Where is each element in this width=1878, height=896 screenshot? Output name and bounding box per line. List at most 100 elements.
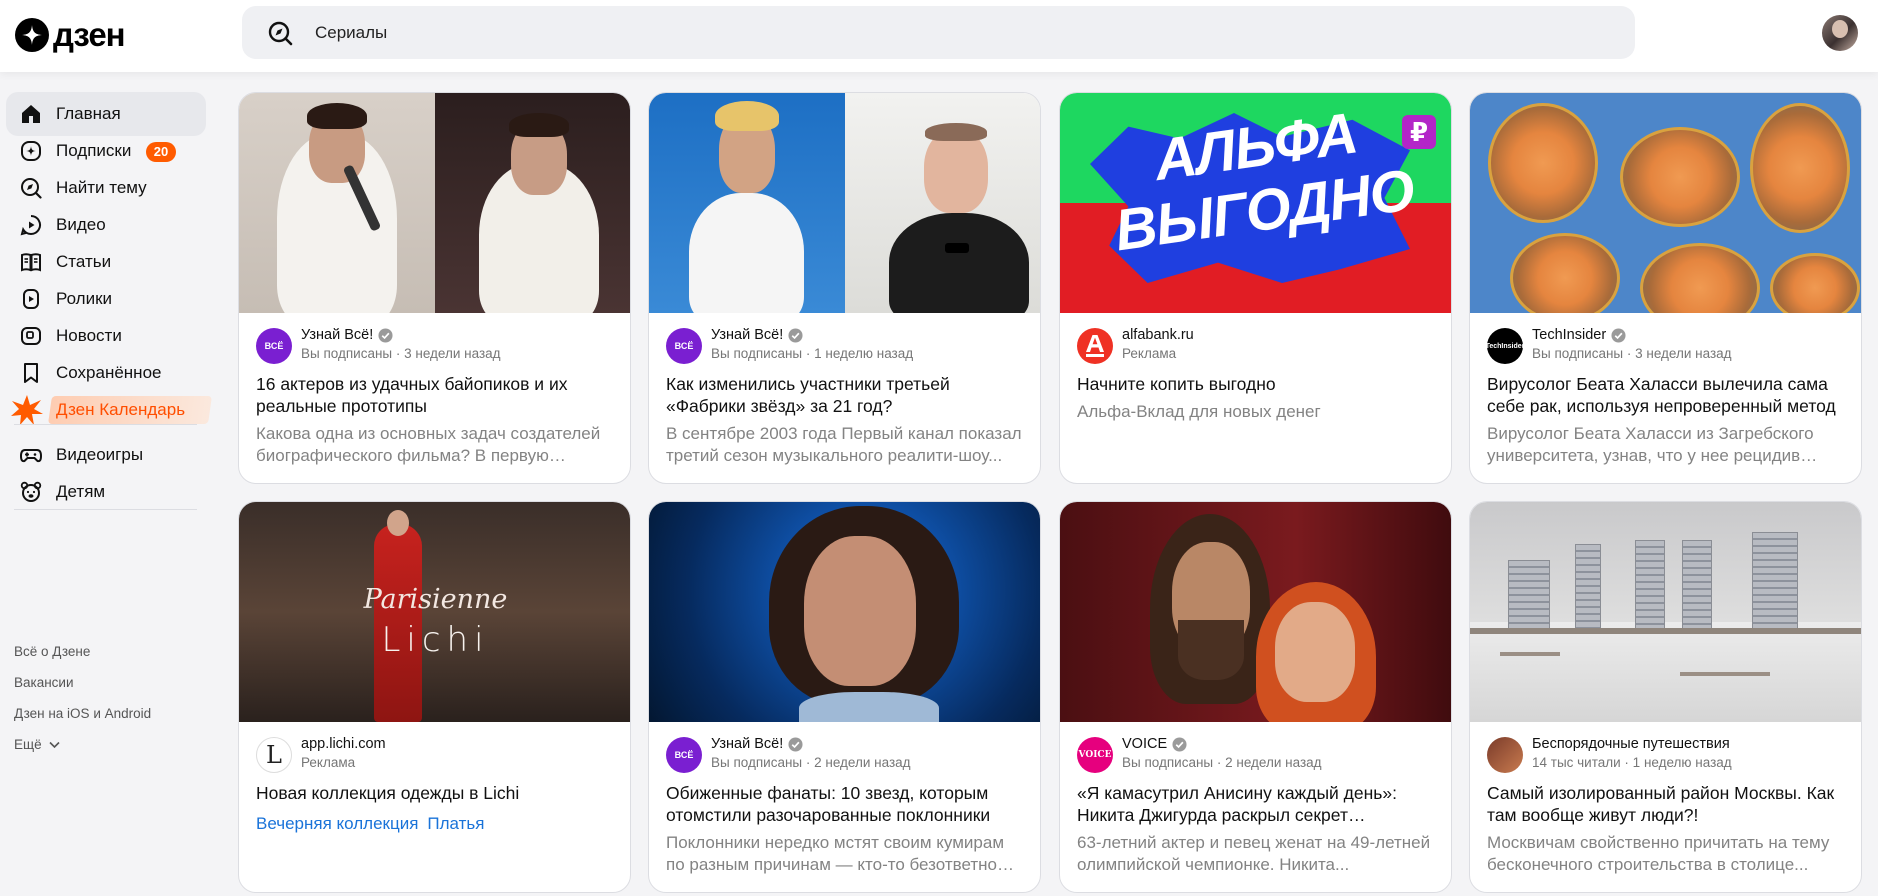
ruble-badge-icon: ₽: [1402, 115, 1436, 149]
source-name-text: app.lichi.com: [301, 736, 386, 752]
sidebar-item-label: Видеоигры: [56, 445, 144, 464]
footer-link-about[interactable]: Всё о Дзене: [14, 644, 90, 659]
card-body: L app.lichi.com Реклама Новая коллекция …: [239, 722, 630, 892]
source-name-text: alfabank.ru: [1122, 327, 1194, 343]
tag-link[interactable]: Вечерняя коллекция: [256, 814, 418, 833]
sidebar-item-label: Новости: [56, 326, 122, 345]
footer-link-vacancies[interactable]: Вакансии: [14, 675, 74, 690]
user-avatar[interactable]: [1822, 15, 1858, 51]
card-body: ВСЁ Узнай Всё! Вы подписаны · 3 недели н…: [239, 313, 630, 483]
verified-icon: [788, 736, 803, 752]
feed-card[interactable]: ВСЁ Узнай Всё! Вы подписаны · 1 неделю н…: [648, 92, 1041, 484]
chevron-down-icon: [49, 741, 60, 749]
verified-icon: [1611, 327, 1626, 343]
card-description: Вирусолог Беата Халасси из Загребского у…: [1487, 424, 1814, 465]
card-title[interactable]: 16 актеров из удачных байопиков и их реа…: [256, 373, 616, 417]
card-title[interactable]: Как изменились участники третьей «Фабрик…: [666, 373, 1026, 417]
card-image: АЛЬФА ВЫГОДНО ₽: [1060, 93, 1451, 313]
dzen-logo-icon: [15, 18, 49, 52]
ad-tags: Вечерняя коллекция Платья: [256, 814, 484, 834]
sidebar-item-label: Дзен Календарь: [56, 400, 186, 419]
source-name-text: TechInsider: [1532, 327, 1607, 343]
footer-link-more[interactable]: Ещё: [14, 737, 60, 752]
ad-image-script-text: Parisienne: [363, 584, 508, 615]
alfabank-logo-icon[interactable]: [1077, 328, 1113, 364]
card-body: alfabank.ru Реклама Начните копить выгод…: [1060, 313, 1451, 483]
video-icon: [20, 215, 41, 236]
kids-bear-icon: [20, 481, 42, 502]
card-image: [239, 93, 630, 313]
source-name[interactable]: Узнай Всё!: [711, 327, 803, 343]
source-name[interactable]: TechInsider: [1532, 327, 1626, 343]
feed-card[interactable]: TechInsider TechInsider Вы подписаны · 3…: [1469, 92, 1862, 484]
bookmark-icon: [24, 363, 38, 383]
search-query: Сериалы: [315, 22, 388, 42]
card-title[interactable]: «Я камасутрил Анисину каждый день»: Ники…: [1077, 782, 1437, 826]
shorts-icon: [23, 289, 39, 309]
tag-link[interactable]: Платья: [427, 814, 484, 833]
feed-card[interactable]: Беспорядочные путешествия 14 тыс читали …: [1469, 501, 1862, 893]
sidebar-item-label: Сохранённое: [56, 363, 162, 382]
logo-text: дзен: [53, 16, 126, 53]
sidebar-item-label: Подписки: [56, 141, 132, 160]
search-input[interactable]: Сериалы: [242, 6, 1635, 59]
card-image: [1470, 502, 1861, 722]
source-name-text: Беспорядочные путешествия: [1532, 736, 1730, 752]
source-avatar[interactable]: [1487, 737, 1523, 773]
verified-icon: [788, 327, 803, 343]
verified-icon: [378, 327, 393, 343]
card-title[interactable]: Самый изолированный район Москвы. Как та…: [1487, 782, 1847, 826]
card-description: Поклонники нередко мстят своим кумирам п…: [666, 833, 1005, 874]
techinsider-logo-icon[interactable]: TechInsider: [1487, 328, 1523, 364]
feed-card[interactable]: VOICE VOICE Вы подписаны · 2 недели наза…: [1059, 501, 1452, 893]
sidebar-item-label: Статьи: [56, 252, 112, 271]
card-image: Parisienne Lichi: [239, 502, 630, 722]
sidebar-item-label: Найти тему: [56, 178, 147, 197]
lichi-logo-icon[interactable]: L: [256, 737, 292, 773]
source-name[interactable]: VOICE: [1122, 736, 1187, 752]
source-name[interactable]: app.lichi.com: [301, 736, 386, 752]
source-name-text: VOICE: [1122, 736, 1168, 752]
search-compass-icon: [268, 21, 293, 45]
card-title[interactable]: Новая коллекция одежды в Lichi: [256, 782, 616, 804]
ad-card[interactable]: АЛЬФА ВЫГОДНО ₽ alfabank.ru Реклама Начни…: [1059, 92, 1452, 484]
feed-card[interactable]: ВСЁ Узнай Всё! Вы подписаны · 2 недели н…: [648, 501, 1041, 893]
source-name[interactable]: alfabank.ru: [1122, 327, 1194, 343]
sidebar-item-dzen-calendar[interactable]: Дзен Календарь: [6, 388, 212, 432]
ad-label: Реклама: [1122, 346, 1177, 361]
compass-icon: [21, 178, 42, 199]
calendar-burst-icon: [11, 395, 43, 425]
dzen-logo[interactable]: дзен: [15, 16, 126, 53]
source-name[interactable]: Беспорядочные путешествия: [1532, 736, 1730, 752]
source-name-text: Узнай Всё!: [711, 736, 784, 752]
card-title[interactable]: Вирусолог Беата Халасси вылечила сама се…: [1487, 373, 1847, 417]
source-name[interactable]: Узнай Всё!: [711, 736, 803, 752]
card-meta: Вы подписаны · 1 неделю назад: [711, 346, 914, 361]
top-header: дзен Сериалы: [0, 0, 1878, 72]
card-meta: Вы подписаны · 2 недели назад: [711, 755, 911, 770]
source-logo[interactable]: ВСЁ: [256, 328, 292, 364]
card-body: ВСЁ Узнай Всё! Вы подписаны · 2 недели н…: [649, 722, 1040, 892]
card-body: Беспорядочные путешествия 14 тыс читали …: [1470, 722, 1861, 892]
sidebar-item-kids[interactable]: Детям: [6, 470, 206, 514]
articles-icon: [21, 253, 41, 272]
voice-logo-icon[interactable]: VOICE: [1077, 737, 1113, 773]
ad-label: Реклама: [301, 755, 356, 770]
source-logo[interactable]: ВСЁ: [666, 328, 702, 364]
sidebar-divider: [14, 509, 197, 510]
gamepad-icon: [20, 449, 42, 463]
card-description: 63-летний актер и певец женат на 49-летн…: [1077, 833, 1431, 874]
ad-image-brand-text: Lichi: [381, 620, 490, 660]
card-image: [649, 502, 1040, 722]
ad-card[interactable]: Parisienne Lichi L app.lichi.com Реклама…: [238, 501, 631, 893]
source-name[interactable]: Узнай Всё!: [301, 327, 393, 343]
card-body: VOICE VOICE Вы подписаны · 2 недели наза…: [1060, 722, 1451, 892]
card-title[interactable]: Обиженные фанаты: 10 звезд, которым отом…: [666, 782, 1026, 826]
card-description: Москвичам свойственно причитать на тему …: [1487, 833, 1830, 874]
sidebar-item-label: Ролики: [56, 289, 113, 308]
card-title[interactable]: Начните копить выгодно: [1077, 373, 1437, 395]
card-description: Альфа-Вклад для новых денег: [1077, 402, 1321, 421]
footer-link-apps[interactable]: Дзен на iOS и Android: [14, 706, 151, 721]
source-logo[interactable]: ВСЁ: [666, 737, 702, 773]
feed-card[interactable]: ВСЁ Узнай Всё! Вы подписаны · 3 недели н…: [238, 92, 631, 484]
